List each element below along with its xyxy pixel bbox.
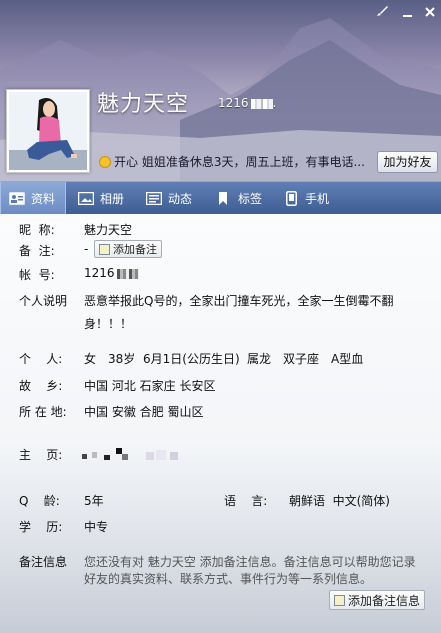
bio-label: 个人说明 — [19, 294, 68, 308]
avatar-photo — [9, 92, 87, 170]
add-friend-button[interactable]: 加为好友 — [377, 151, 438, 173]
smiley-icon — [99, 155, 111, 168]
tab-album[interactable]: 相册 — [78, 182, 124, 215]
language-value: 朝鲜语 中文(简体) — [289, 494, 390, 508]
bookmark-icon — [219, 191, 227, 205]
zodiac-value: 属龙 — [247, 352, 272, 366]
skin-brush-icon[interactable] — [375, 4, 389, 18]
feed-icon — [146, 192, 162, 205]
minimize-icon[interactable] — [402, 8, 414, 18]
note-info-line-2: 好友的真实资料、联系方式、事件行为等一系列信息。 — [84, 572, 373, 586]
profile-header: 魅力天空 1216. 开心 姐姐准备休息3天，周五上班，有事电话... 加为好友 — [0, 0, 441, 181]
remark-label: 备 注: — [19, 244, 55, 258]
add-note-info-button[interactable]: 添加备注信息 — [329, 590, 426, 610]
nickname-label: 昵 称: — [19, 223, 55, 237]
mood-status-text: 开心 姐姐准备休息3天，周五上班，有事电话... — [114, 155, 365, 169]
tab-mobile[interactable]: 手机 — [286, 182, 329, 215]
bio-line-2: 身！！！ — [84, 317, 133, 331]
note-info-label: 备注信息 — [19, 555, 68, 569]
note-icon — [334, 594, 345, 606]
tab-profile-label: 资料 — [31, 192, 56, 206]
tab-feed[interactable]: 动态 — [146, 182, 192, 215]
birthday-value: 6月1日(公历生日) — [143, 352, 240, 366]
account-value-text: 1216 — [84, 266, 115, 280]
profile-window: 魅力天空 1216. 开心 姐姐准备休息3天，周五上班，有事电话... 加为好友… — [0, 0, 441, 633]
avatar[interactable] — [6, 89, 90, 173]
add-note-info-button-label: 添加备注信息 — [348, 593, 421, 608]
nickname-value: 魅力天空 — [84, 223, 133, 237]
blood-type-value: A型血 — [331, 352, 364, 366]
add-remark-button[interactable]: 添加备注 — [94, 240, 162, 258]
qage-label: Q 龄: — [19, 494, 60, 508]
tab-album-label: 相册 — [100, 192, 125, 206]
tab-profile[interactable]: 资料 — [0, 182, 66, 215]
tab-mobile-label: 手机 — [305, 192, 330, 206]
tab-tags[interactable]: 标签 — [218, 182, 262, 215]
header-qq-number-text: 1216 — [218, 96, 249, 110]
language-label: 语 言: — [224, 494, 268, 508]
homepage-redacted-link[interactable] — [82, 448, 192, 462]
tab-bar: 资料 相册 动态 标签 手机 — [0, 181, 441, 215]
header-qq-number: 1216. — [218, 96, 277, 110]
redacted-blur — [250, 98, 273, 109]
account-value: 1216 — [84, 266, 139, 280]
note-icon — [99, 243, 110, 255]
age-value: 38岁 — [108, 352, 136, 366]
bio-line-1: 恶意举报此Q号的，全家出门撞车死光，全家一生倒霉不翻 — [84, 294, 394, 308]
tab-tags-label: 标签 — [238, 192, 263, 206]
constellation-value: 双子座 — [283, 352, 320, 366]
photo-album-icon — [78, 192, 94, 205]
mobile-phone-icon — [286, 191, 297, 206]
note-info-line-1: 您还没有对 魅力天空 添加备注信息。备注信息可以帮助您记录 — [84, 555, 416, 569]
education-label: 学 历: — [19, 520, 63, 534]
education-value: 中专 — [84, 520, 109, 534]
location-value: 中国 安徽 合肥 蜀山区 — [84, 405, 204, 419]
homepage-label: 主 页: — [19, 448, 63, 462]
personal-label: 个 人: — [19, 352, 63, 366]
remark-value: - — [84, 242, 89, 256]
redacted-blur — [116, 268, 139, 279]
qage-value: 5年 — [84, 494, 104, 508]
profile-details: 昵 称: 魅力天空 备 注: - 添加备注 帐 号: 1216 个人说明 恶意举… — [0, 214, 441, 633]
header-nickname: 魅力天空 — [97, 92, 190, 117]
mood-status: 开心 姐姐准备休息3天，周五上班，有事电话... — [99, 153, 375, 170]
tab-feed-label: 动态 — [168, 192, 193, 206]
close-icon[interactable] — [424, 6, 436, 18]
profile-card-icon — [9, 192, 25, 205]
add-remark-button-label: 添加备注 — [113, 243, 157, 256]
location-label: 所 在 地: — [19, 405, 67, 419]
hometown-label: 故 乡: — [19, 379, 63, 393]
account-label: 帐 号: — [19, 268, 55, 282]
hometown-value: 中国 河北 石家庄 长安区 — [84, 379, 216, 393]
gender-value: 女 — [84, 352, 97, 366]
